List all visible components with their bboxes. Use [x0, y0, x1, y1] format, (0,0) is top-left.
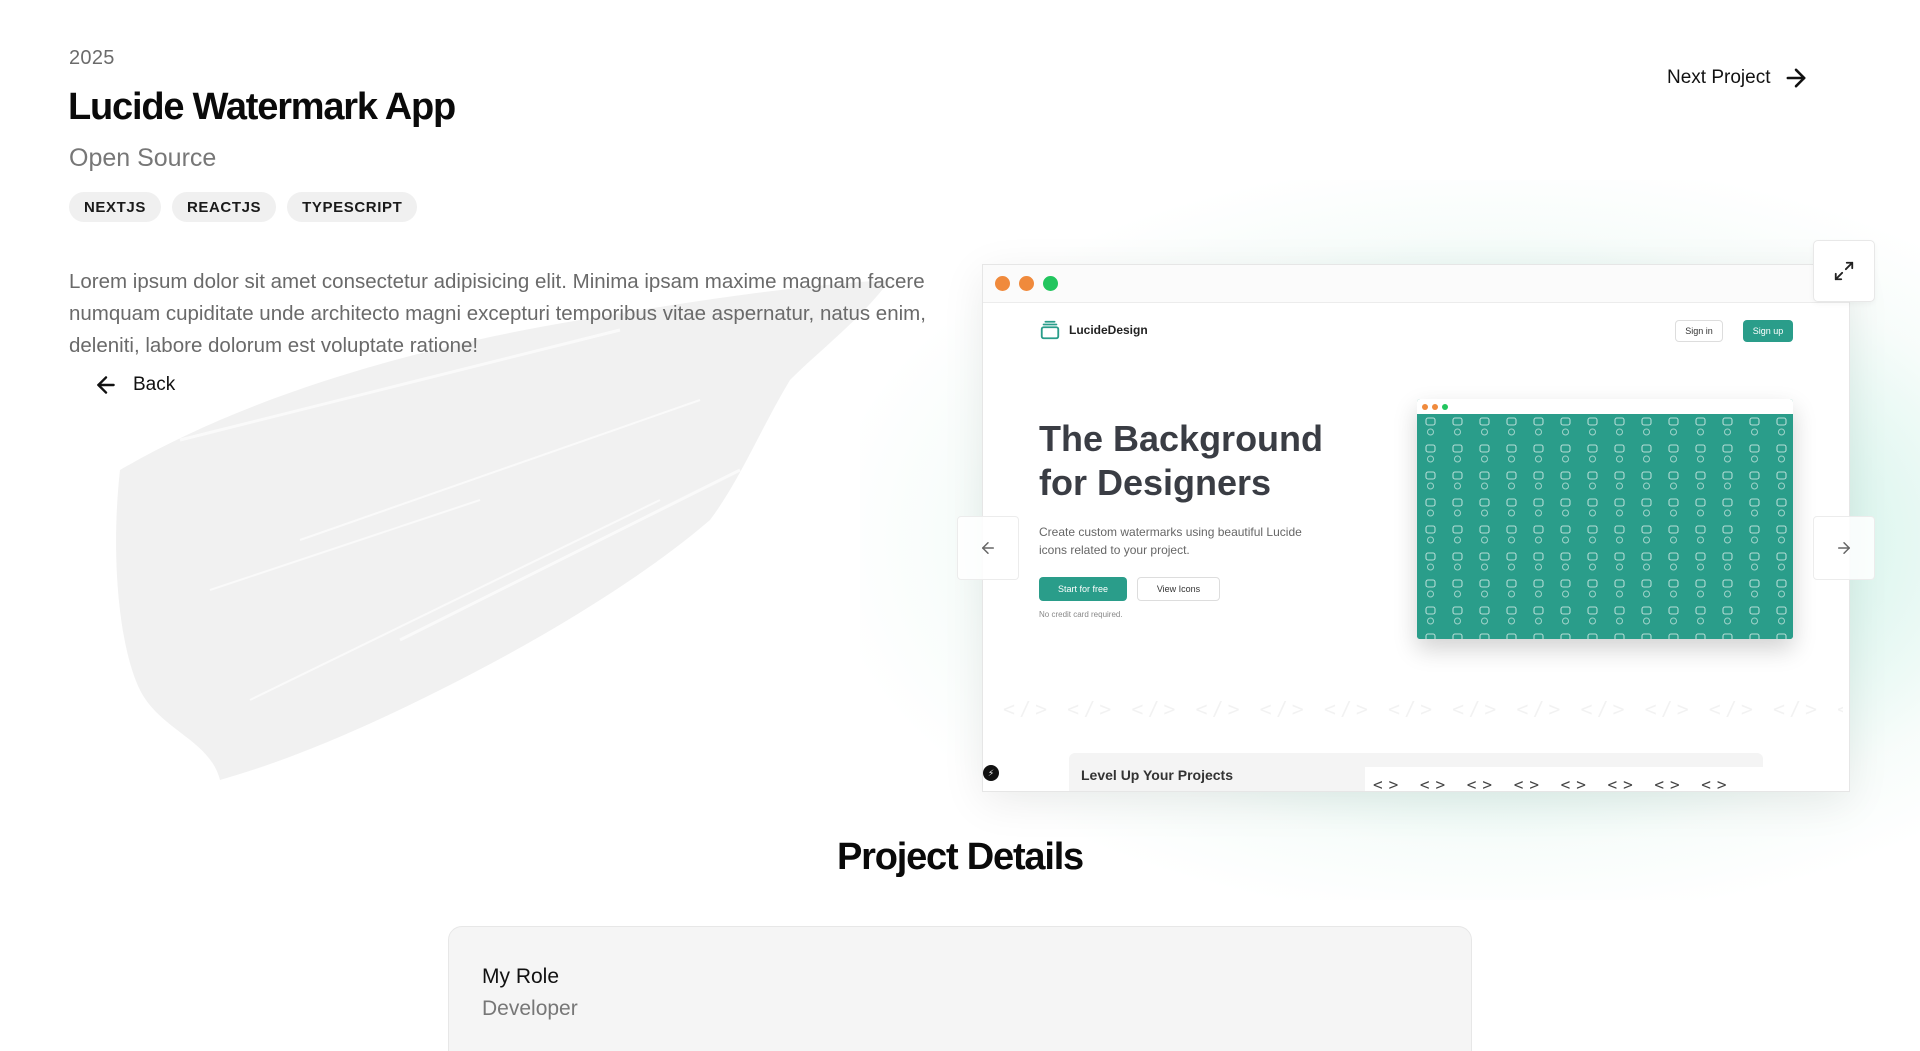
watermark-pattern [1417, 414, 1793, 639]
window-dot-orange [1019, 276, 1034, 291]
project-description: Lorem ipsum dolor sit amet consectetur a… [69, 270, 926, 357]
tag-nextjs: NEXTJS [69, 192, 161, 222]
preview-section-card: Level Up Your Projects <> <> <> <> <> <>… [1069, 753, 1785, 791]
arrow-left-icon [97, 376, 115, 394]
role-card: My Role Developer [448, 926, 1472, 1051]
mini-titlebar [1417, 399, 1793, 414]
code-icon-row: <> <> <> <> <> <> <> <> [1365, 767, 1785, 791]
carousel-prev-button[interactable] [957, 516, 1019, 580]
project-page: 2025 Lucide Watermark App Open Source NE… [0, 0, 1920, 1051]
preview-sign-up: Sign up [1743, 320, 1793, 342]
tag-typescript: TYPESCRIPT [287, 192, 418, 222]
preview-start-button: Start for free [1039, 577, 1127, 601]
preview-watermark-window [1417, 399, 1793, 639]
tag-reactjs: REACTJS [171, 192, 277, 222]
expand-icon [1834, 261, 1854, 281]
preview-brand: LucideDesign [1039, 319, 1148, 341]
role-value: Developer [482, 997, 578, 1020]
page-title: Lucide Watermark App [68, 86, 456, 128]
arrow-left-icon [982, 542, 994, 554]
preview-sign-in: Sign in [1675, 320, 1723, 342]
back-label: Back [133, 374, 176, 395]
project-screenshot: LucideDesign Sign in Sign up The Backgro… [982, 264, 1850, 792]
mini-dot [1432, 403, 1438, 410]
expand-button[interactable] [1813, 240, 1875, 302]
tag-list: NEXTJS REACTJS TYPESCRIPT [69, 192, 418, 222]
window-titlebar [983, 265, 1849, 303]
arrow-right-icon [1787, 68, 1806, 88]
role-label: My Role [482, 965, 560, 988]
project-subtitle: Open Source [69, 144, 217, 172]
arrow-right-icon [1838, 542, 1850, 554]
mini-dot [1422, 403, 1428, 410]
preview-hero-title: The Background for Designers [1039, 418, 1324, 503]
preview-view-icons-button: View Icons [1137, 577, 1220, 601]
project-details-heading: Project Details [837, 836, 1084, 878]
bolt-badge-icon: ⚡ [983, 765, 999, 781]
next-project-button[interactable]: Next Project [1667, 64, 1810, 92]
layers-logo-icon [1040, 320, 1060, 340]
back-button[interactable]: Back [93, 372, 175, 398]
preview-note: No credit card required. [1039, 610, 1123, 619]
carousel-next-button[interactable] [1813, 516, 1875, 580]
window-dot-green [1043, 276, 1058, 291]
preview-brand-name: LucideDesign [1069, 323, 1148, 337]
next-project-label: Next Project [1667, 67, 1771, 88]
faded-icon-row: </> </> </> </> </> </> </> </> </> </> … [1003, 697, 1843, 717]
preview-hero-subtitle: Create custom watermarks using beautiful… [1039, 525, 1302, 557]
window-dot-orange [995, 276, 1010, 291]
preview-section-title: Level Up Your Projects [1081, 767, 1233, 783]
project-year: 2025 [69, 47, 115, 69]
mini-dot [1442, 403, 1448, 410]
